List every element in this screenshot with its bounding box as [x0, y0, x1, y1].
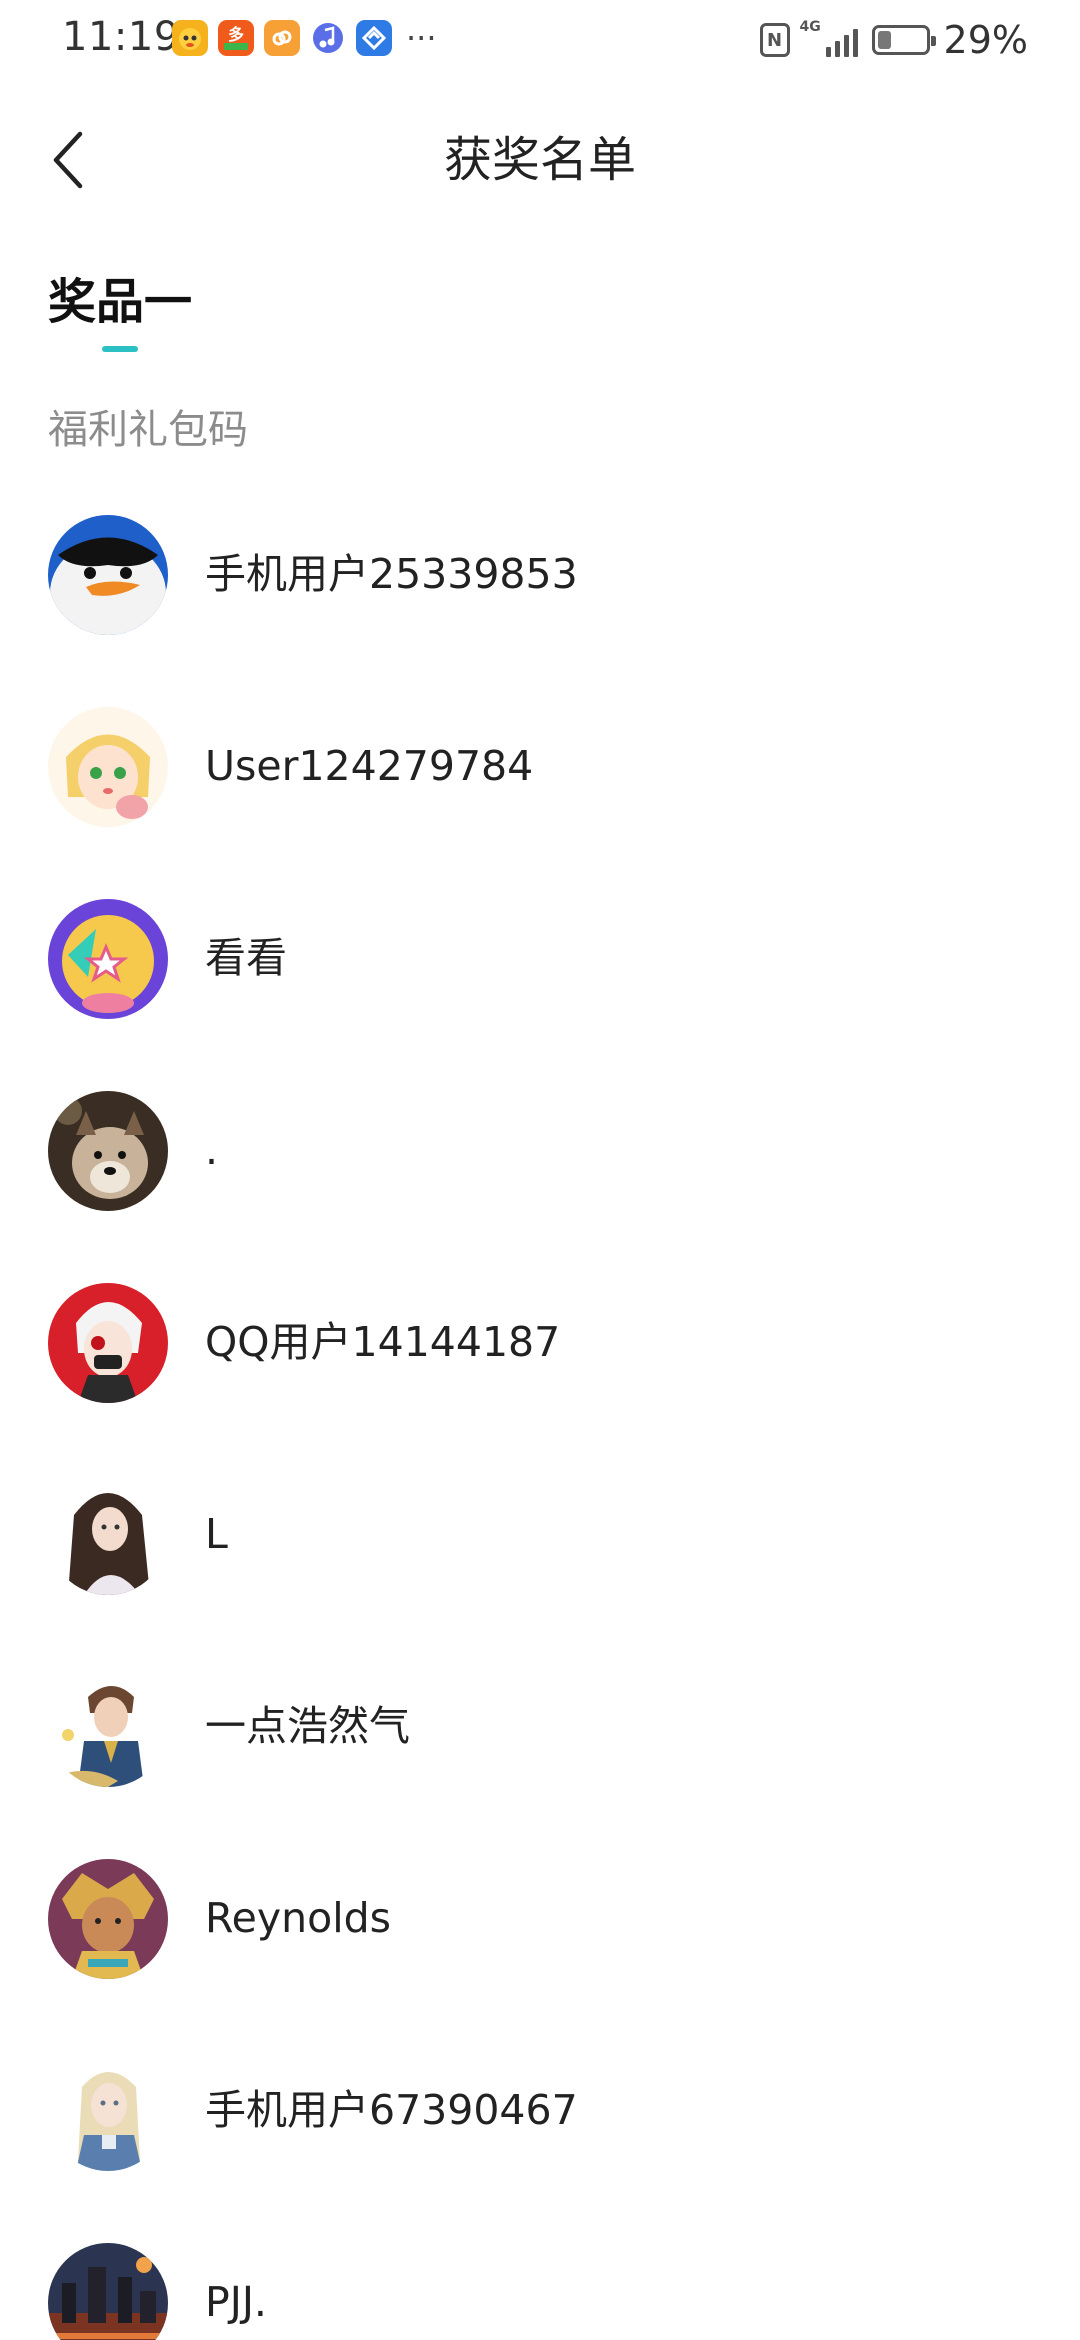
winner-name: User124279784: [205, 742, 534, 790]
winner-name: 手机用户67390467: [205, 2086, 578, 2134]
winner-list-page: 11:19 多 ··· N 4G ⚡ 29% 获奖名单 奖品一 福利礼包码 手机…: [0, 0, 1080, 2340]
list-item[interactable]: 一点浩然气: [0, 1667, 1080, 1859]
anime-girl-avatar: [48, 707, 168, 827]
winner-list: 手机用户25339853 User124279784 看看 . QQ用户1414…: [0, 515, 1080, 2340]
winner-name: Reynolds: [205, 1894, 391, 1942]
status-indicators: N 4G ⚡ 29%: [759, 18, 1028, 62]
battery-level: [877, 31, 891, 49]
winner-name: L: [205, 1510, 228, 1558]
fox-app-icon: [172, 20, 208, 56]
list-item[interactable]: User124279784: [0, 707, 1080, 899]
winner-name: 手机用户25339853: [205, 550, 578, 598]
box-app-icon: [356, 20, 392, 56]
more-notifications-icon: ···: [406, 19, 437, 57]
link-app-icon: [264, 20, 300, 56]
status-time: 11:19: [62, 14, 180, 60]
list-item[interactable]: PJJ.: [0, 2243, 1080, 2340]
penguin-avatar: [48, 515, 168, 635]
battery-percentage: 29%: [943, 18, 1028, 62]
svg-text:多: 多: [228, 25, 244, 44]
list-item[interactable]: 手机用户25339853: [0, 515, 1080, 707]
list-item[interactable]: QQ用户14144187: [0, 1283, 1080, 1475]
list-item[interactable]: .: [0, 1091, 1080, 1283]
list-item[interactable]: Reynolds: [0, 1859, 1080, 2051]
signal-icon: 4G: [800, 19, 858, 57]
winner-name: 一点浩然气: [205, 1702, 410, 1750]
list-item[interactable]: L: [0, 1475, 1080, 1667]
dog-avatar: [48, 1091, 168, 1211]
list-item[interactable]: 手机用户67390467: [0, 2051, 1080, 2243]
dark-hair-girl-avatar: [48, 1475, 168, 1595]
prize-name: 福利礼包码: [48, 407, 248, 453]
city-night-avatar: [48, 2243, 168, 2340]
blonde-girl-avatar: [48, 2051, 168, 2171]
winner-name: PJJ.: [205, 2278, 267, 2326]
battery-icon: ⚡: [871, 25, 936, 55]
winner-name: .: [205, 1126, 219, 1174]
network-type: 4G: [799, 19, 821, 35]
page-title: 获奖名单: [443, 132, 636, 188]
golden-hero-avatar: [48, 1859, 168, 1979]
winner-name: QQ用户14144187: [205, 1318, 561, 1366]
shopping-app-icon: 多: [218, 20, 254, 56]
cartoon-star-avatar: [48, 899, 168, 1019]
winner-name: 看看: [205, 934, 287, 982]
status-bar: 11:19 多 ··· N 4G ⚡ 29%: [0, 0, 1080, 80]
tab-prize-one[interactable]: 奖品一: [48, 270, 192, 334]
chevron-left-icon: [53, 131, 83, 189]
music-app-icon: [310, 20, 346, 56]
tab-active-indicator: [102, 346, 138, 352]
masked-character-avatar: [48, 1283, 168, 1403]
list-item[interactable]: 看看: [0, 899, 1080, 1091]
back-button[interactable]: [38, 122, 98, 198]
nfc-icon: N: [759, 23, 790, 57]
charging-icon: ⚡: [894, 29, 907, 51]
notification-icons: 多 ···: [172, 20, 437, 56]
warrior-avatar: [48, 1667, 168, 1787]
